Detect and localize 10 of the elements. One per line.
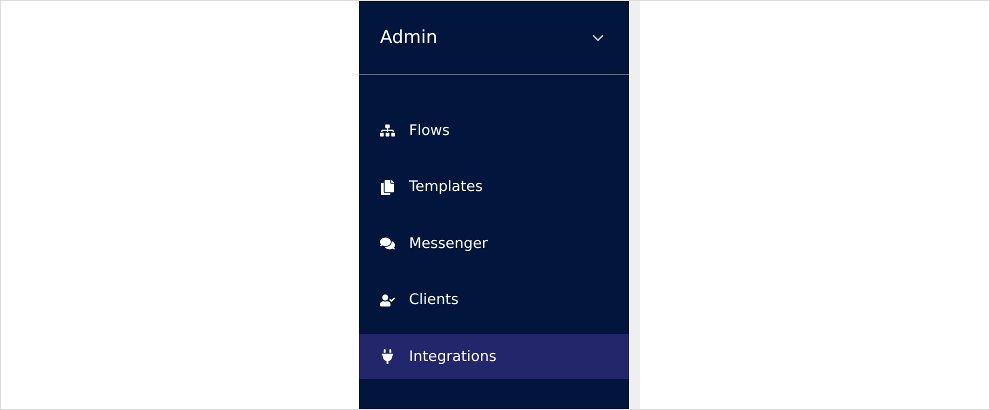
chat-bubbles-icon	[380, 236, 397, 251]
nav-item[interactable]: Flows	[359, 108, 629, 153]
nav-item[interactable]: Messenger	[359, 221, 629, 266]
nav-item[interactable]: Integrations	[359, 334, 629, 379]
user-check-icon	[380, 292, 397, 308]
nav-item[interactable]: Clients	[359, 278, 629, 322]
sitemap-icon	[380, 123, 397, 138]
header-title: Admin	[380, 27, 438, 48]
copy-icon	[380, 180, 397, 194]
nav-item[interactable]: Templates	[359, 164, 629, 210]
